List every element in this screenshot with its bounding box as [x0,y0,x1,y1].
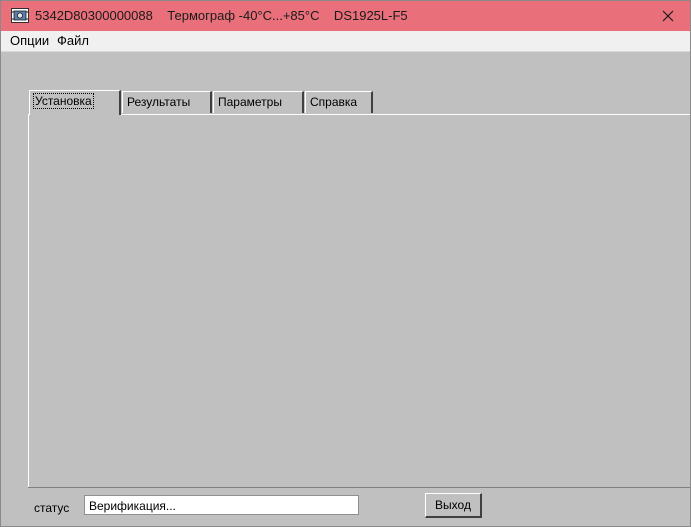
tab-panel-bottom-border [28,487,690,488]
tab-parameters-label: Параметры [218,95,282,109]
device-chip-icon [11,8,29,23]
app-window: 5342D80300000088 Термограф -40°С...+85°С… [0,0,691,527]
tab-help-label: Справка [310,95,358,109]
tab-results-label: Результаты [127,95,191,109]
tab-help[interactable]: Справка [305,91,373,113]
tab-panel-left-border [28,114,29,487]
title-bar[interactable]: 5342D80300000088 Термограф -40°С...+85°С… [1,1,690,31]
status-label: статус [34,501,70,515]
close-icon [662,10,674,22]
tab-results[interactable]: Результаты [122,91,212,113]
menu-bar: Опции Файл [1,31,690,52]
exit-button[interactable]: Выход [425,493,482,518]
menu-options[interactable]: Опции [7,33,52,48]
tab-parameters[interactable]: Параметры [213,91,304,113]
tab-panel-border [29,114,690,115]
close-button[interactable] [648,1,688,31]
tab-setup[interactable]: Установка [29,90,121,115]
menu-file[interactable]: Файл [54,33,92,48]
window-title: 5342D80300000088 Термограф -40°С...+85°С… [35,8,408,23]
tab-setup-label: Установка [33,93,94,109]
status-field: Верификация... [84,495,359,515]
